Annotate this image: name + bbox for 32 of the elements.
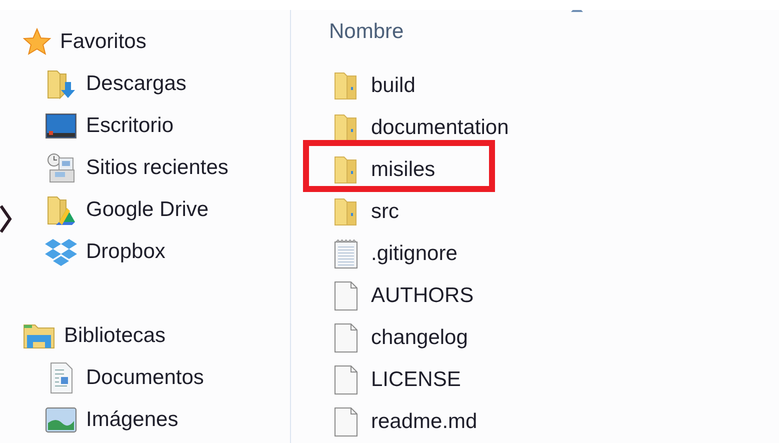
file-name[interactable]: .gitignore bbox=[371, 238, 458, 270]
file-name[interactable]: documentation bbox=[371, 112, 509, 144]
file-icon bbox=[333, 281, 359, 311]
downloads-folder-icon bbox=[46, 68, 76, 100]
nav-group-label[interactable]: Favoritos bbox=[60, 26, 146, 58]
column-header[interactable]: Nombre bbox=[329, 16, 404, 48]
file-name[interactable]: changelog bbox=[371, 322, 468, 354]
file-name[interactable]: src bbox=[371, 196, 399, 228]
nav-item[interactable]: Descargas bbox=[86, 68, 186, 100]
file-icon bbox=[333, 407, 359, 437]
desktop-icon bbox=[45, 113, 77, 139]
file-name[interactable]: readme.md bbox=[371, 406, 478, 438]
file-icon bbox=[333, 365, 359, 395]
file-name[interactable]: build bbox=[371, 70, 416, 102]
nav-item[interactable]: Documentos bbox=[86, 362, 204, 394]
picture-icon bbox=[45, 407, 77, 433]
nav-item[interactable]: Sitios recientes bbox=[86, 152, 228, 184]
star-icon bbox=[22, 27, 52, 57]
nav-item[interactable]: Imágenes bbox=[86, 404, 178, 436]
recent-places-icon bbox=[45, 152, 77, 184]
dropbox-icon bbox=[45, 237, 77, 267]
expand-chevron-icon[interactable] bbox=[0, 204, 12, 234]
file-name[interactable]: LICENSE bbox=[371, 364, 461, 396]
file-name[interactable]: misiles bbox=[371, 154, 436, 186]
folder-with-triangle-icon bbox=[46, 194, 76, 226]
nav-item[interactable]: Google Drive bbox=[86, 194, 209, 226]
file-name[interactable]: AUTHORS bbox=[371, 280, 474, 312]
nav-item[interactable]: Escritorio bbox=[86, 110, 174, 142]
text-file-icon bbox=[333, 239, 359, 269]
nav-item[interactable]: Dropbox bbox=[86, 236, 166, 268]
nav-group-label[interactable]: Bibliotecas bbox=[64, 320, 166, 352]
file-icon bbox=[333, 323, 359, 353]
